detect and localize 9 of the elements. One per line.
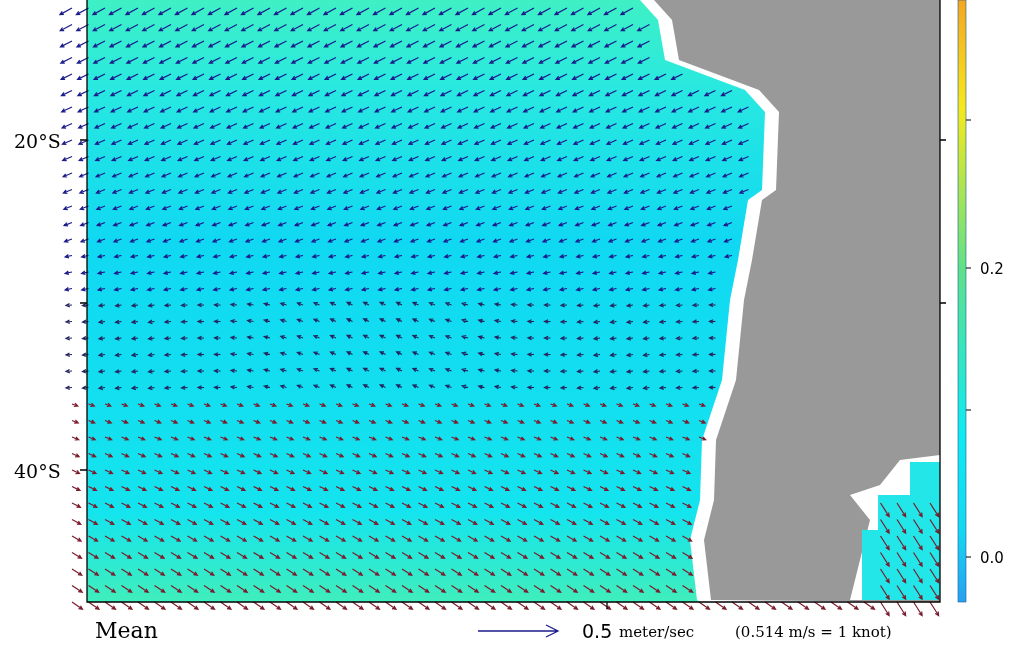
latitude-label: 20°S: [14, 130, 61, 152]
colorbar-label: 0.0: [980, 549, 1004, 567]
scale-arrow-icon: [477, 624, 560, 638]
caption: Mean: [95, 618, 158, 643]
scale-value: 0.5: [582, 620, 613, 642]
scale-unit: meter/sec: [619, 623, 695, 641]
colorbar-label: 0.2: [980, 260, 1004, 278]
scale-note: (0.514 m/s = 1 knot): [735, 623, 892, 641]
latitude-label: 40°S: [14, 460, 61, 482]
